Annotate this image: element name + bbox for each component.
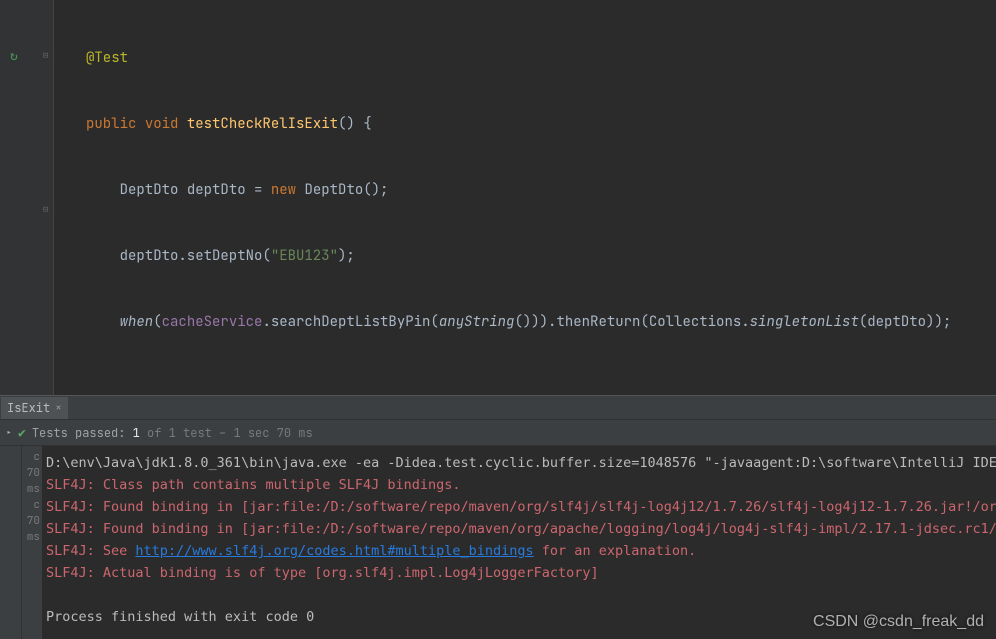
tree-row[interactable]: c 70 ms	[22, 497, 40, 545]
fold-gutter: ⊟ ⊟	[42, 0, 54, 395]
console-line: SLF4J: Actual binding is of type [org.sl…	[46, 565, 599, 581]
side-toolbar[interactable]	[0, 446, 22, 639]
tree-row[interactable]: c 70 ms	[22, 449, 40, 497]
annotation: @Test	[86, 49, 128, 67]
test-status-bar: ▸ ✔ Tests passed: 1 of 1 test – 1 sec 70…	[0, 420, 996, 446]
console-line: D:\env\Java\jdk1.8.0_361\bin\java.exe -e…	[46, 455, 996, 471]
slf4j-link[interactable]: http://www.slf4j.org/codes.html#multiple…	[135, 543, 533, 559]
close-icon[interactable]: ×	[55, 401, 62, 415]
run-config-tab[interactable]: IsExit ×	[1, 397, 68, 419]
tests-passed-label: Tests passed:	[32, 425, 133, 441]
fold-minus-icon[interactable]: ⊟	[43, 49, 48, 61]
console-line: SLF4J: See http://www.slf4j.org/codes.ht…	[46, 543, 696, 559]
tests-passed-count: 1	[133, 425, 140, 441]
tool-window-tabs: IsExit ×	[0, 396, 996, 420]
check-icon: ✔	[18, 424, 26, 441]
tests-summary: of 1 test – 1 sec 70 ms	[140, 425, 313, 441]
run-tool-window: IsExit × ▸ ✔ Tests passed: 1 of 1 test –…	[0, 395, 996, 639]
fold-end-icon[interactable]: ⊟	[43, 203, 48, 215]
console-line: Process finished with exit code 0	[46, 609, 314, 625]
console-output[interactable]: D:\env\Java\jdk1.8.0_361\bin\java.exe -e…	[42, 446, 996, 639]
editor-gutter: ↻	[0, 0, 42, 395]
expand-icon[interactable]: ▸	[6, 426, 12, 439]
tab-label: IsExit	[7, 400, 50, 416]
console-line: SLF4J: Class path contains multiple SLF4…	[46, 477, 461, 493]
run-gutter-icon[interactable]: ↻	[10, 47, 18, 64]
console-line: SLF4J: Found binding in [jar:file:/D:/so…	[46, 499, 996, 515]
test-tree[interactable]: c 70 ms c 70 ms	[22, 446, 42, 639]
code-area[interactable]: @Test public void testCheckRelIsExit() {…	[54, 0, 996, 395]
console-line: SLF4J: Found binding in [jar:file:/D:/so…	[46, 521, 996, 537]
code-editor[interactable]: ↻ ⊟ ⊟ @Test public void testCheckRelIsEx…	[0, 0, 996, 395]
